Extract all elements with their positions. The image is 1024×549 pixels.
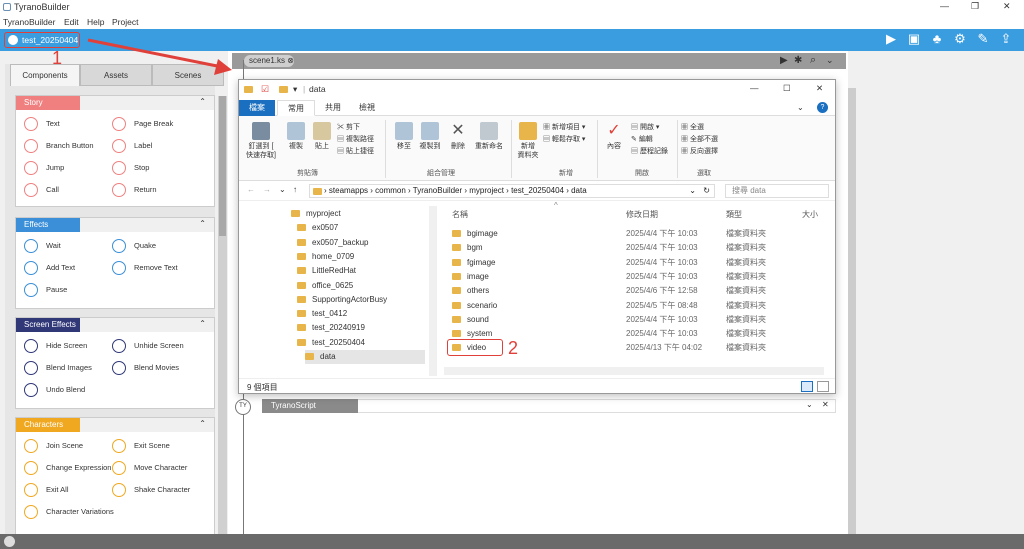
video-highlight-box <box>447 339 503 356</box>
annotation-arrow <box>87 38 223 69</box>
annotation-layer <box>87 38 232 75</box>
annotation-number-1: 1 <box>52 48 63 68</box>
annotation-arrowhead <box>214 59 232 75</box>
annotation-number-2: 2 <box>508 338 519 358</box>
